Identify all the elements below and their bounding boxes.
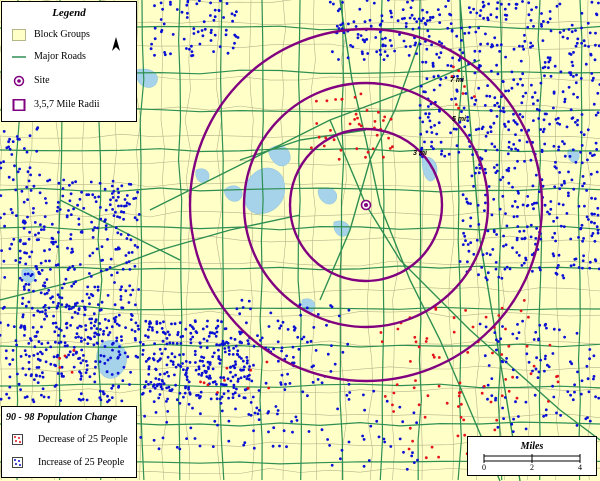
- site-marker: [360, 199, 372, 211]
- scale-tick-2: 2: [530, 463, 534, 472]
- legend-label: Site: [34, 75, 50, 86]
- north-arrow-icon: [111, 37, 121, 53]
- increase-label: Increase of 25 People: [38, 457, 125, 468]
- ring-label-3: 3 mi: [413, 150, 428, 157]
- legend-title: Legend: [52, 7, 86, 19]
- population-change-title: 90 - 98 Population Change: [6, 412, 118, 423]
- decrease-label: Decrease of 25 People: [38, 434, 128, 445]
- ring-label-7: 7 mi: [450, 77, 465, 84]
- block-groups-swatch-icon: [12, 29, 26, 41]
- scale-bar-panel: Miles 0 2 4: [467, 436, 597, 476]
- scale-tick-4: 4: [578, 463, 582, 472]
- site-marker-icon: [12, 75, 26, 87]
- legend-label: 3,5,7 Mile Radii: [34, 99, 100, 110]
- legend-label: Major Roads: [34, 51, 86, 62]
- legend-label: Block Groups: [34, 29, 90, 40]
- scale-tick-0: 0: [482, 463, 486, 472]
- blue-dots-icon: [12, 457, 23, 468]
- legend-panel: Legend Block Groups Major Roads Site 3,5…: [1, 1, 137, 122]
- radii-square-icon: [12, 98, 26, 112]
- red-dots-icon: [12, 434, 23, 445]
- population-change-panel: 90 - 98 Population Change Decrease of 25…: [1, 406, 137, 478]
- major-roads-line-icon: [12, 51, 26, 63]
- ring-label-5: 5 mi: [452, 116, 467, 123]
